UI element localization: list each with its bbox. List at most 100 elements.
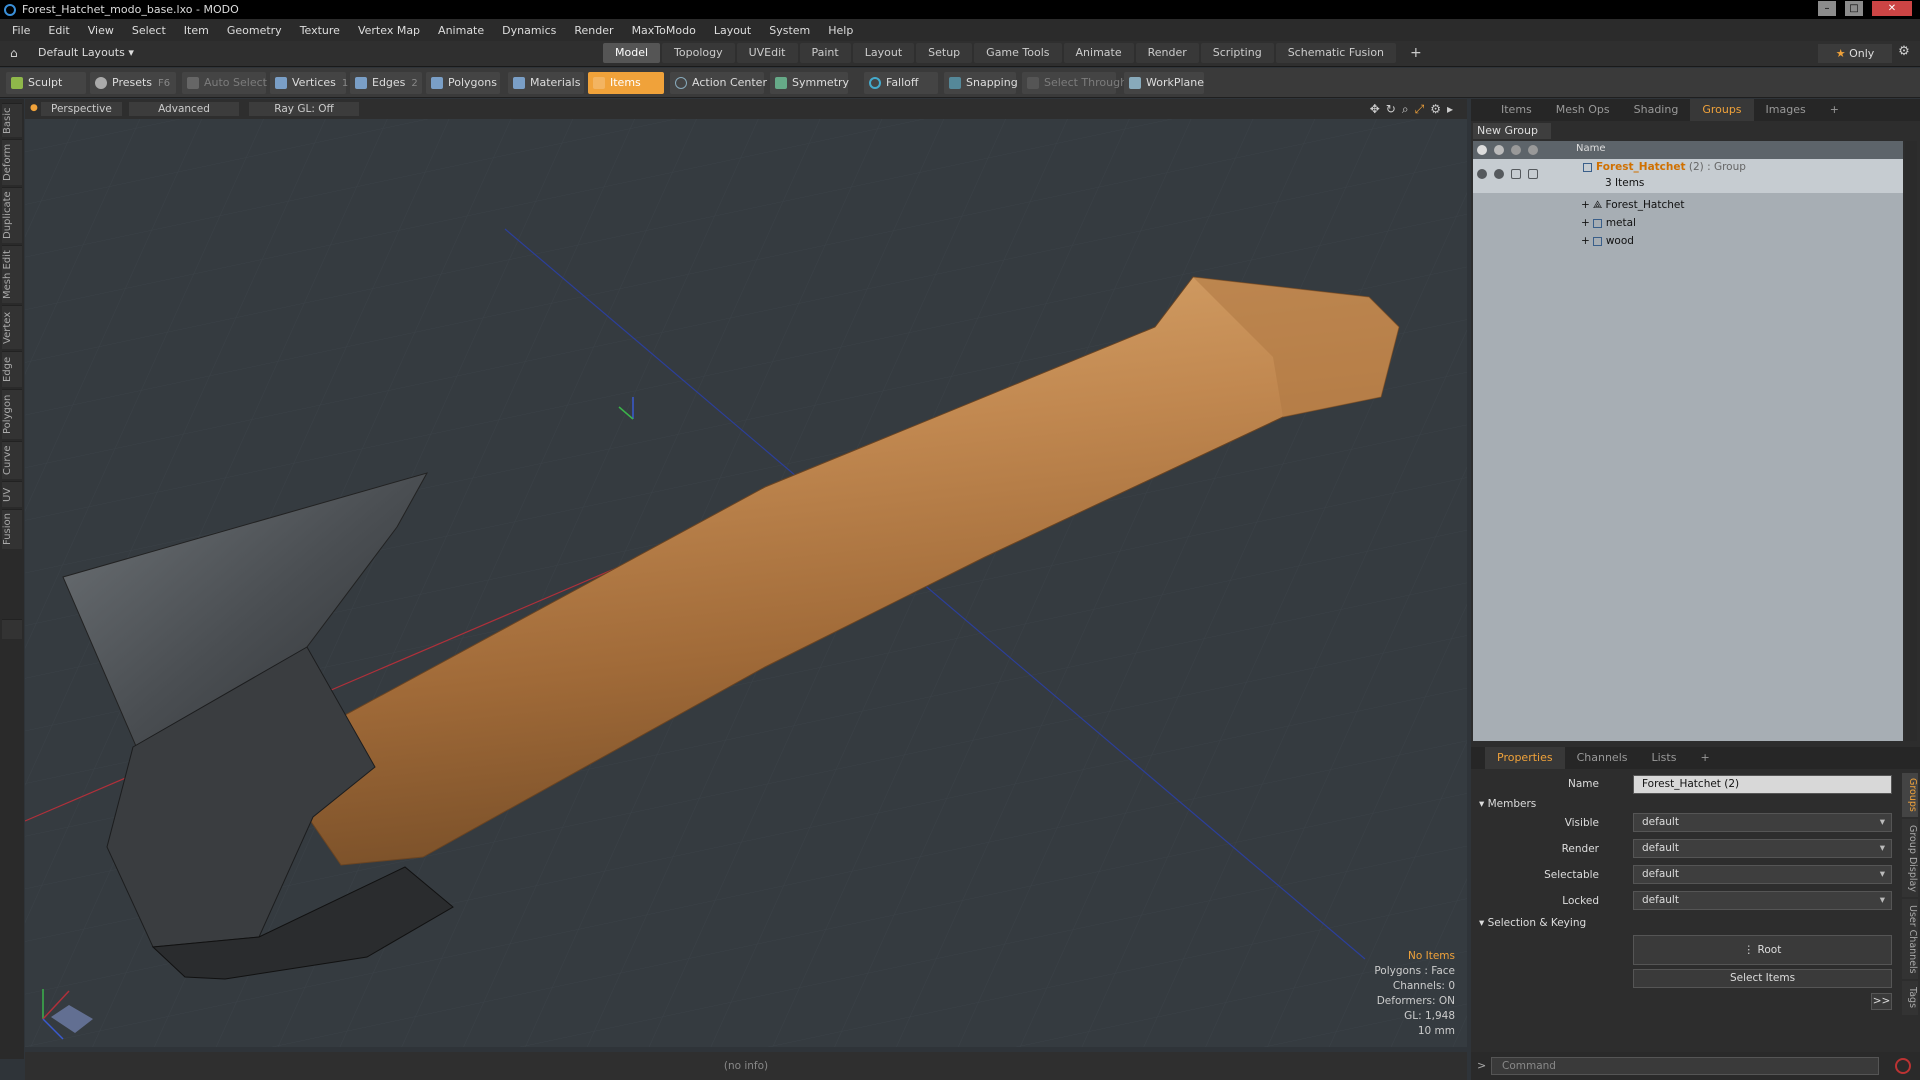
tab-game-tools[interactable]: Game Tools [974, 43, 1062, 63]
view-arrow-icon[interactable]: ▸ [1447, 102, 1453, 117]
materials-button[interactable]: Materials [508, 72, 584, 94]
menu-texture[interactable]: Texture [300, 24, 340, 37]
tooltab-vertex[interactable]: Vertex [2, 305, 22, 349]
tab-paint[interactable]: Paint [799, 43, 851, 63]
vertices-button[interactable]: Vertices 1 [270, 72, 348, 94]
move-view-icon[interactable]: ✥ [1370, 102, 1380, 117]
tab-render[interactable]: Render [1135, 43, 1199, 63]
group-visibility-icon[interactable] [1477, 169, 1487, 179]
menu-help[interactable]: Help [828, 24, 853, 37]
view-settings-icon[interactable]: ⚙ [1430, 102, 1441, 117]
command-input[interactable]: Command [1491, 1057, 1879, 1075]
scene-canvas[interactable] [25, 99, 1467, 1047]
new-group-button[interactable]: New Group [1473, 123, 1551, 139]
menu-maxtomodo[interactable]: MaxToModo [632, 24, 696, 37]
tooltab-uv[interactable]: UV [2, 481, 22, 507]
menu-item[interactable]: Item [184, 24, 209, 37]
sidetab-user-channels[interactable]: User Channels [1902, 899, 1918, 979]
falloff-button[interactable]: Falloff [864, 72, 938, 94]
tab-groups[interactable]: Groups [1690, 99, 1754, 121]
viewport-menu-icon[interactable]: ● [30, 103, 38, 113]
tab-topology[interactable]: Topology [662, 43, 735, 63]
tooltab-curve[interactable]: Curve [2, 441, 22, 479]
items-button[interactable]: Items [588, 72, 664, 94]
tab-shading[interactable]: Shading [1622, 99, 1691, 121]
visible-dropdown[interactable]: default ▾ [1633, 813, 1892, 832]
stop-icon[interactable] [1895, 1058, 1911, 1074]
sidetab-groups[interactable]: Groups [1902, 773, 1918, 817]
tooltab-edge[interactable]: Edge [2, 351, 22, 387]
menu-dynamics[interactable]: Dynamics [502, 24, 556, 37]
tab-uvedit[interactable]: UVEdit [736, 43, 798, 63]
tooltab-polygon[interactable]: Polygon [2, 389, 22, 439]
tab-lists[interactable]: Lists [1640, 747, 1689, 769]
edges-button[interactable]: Edges 2 [350, 72, 422, 94]
locked-dropdown[interactable]: default ▾ [1633, 891, 1892, 910]
root-button[interactable]: ⋮ Root [1633, 935, 1892, 965]
maximize-view-icon[interactable]: ⤢ [1415, 102, 1425, 117]
tab-model[interactable]: Model [603, 43, 661, 63]
tab-channels[interactable]: Channels [1565, 747, 1640, 769]
group-lock-icon[interactable] [1511, 169, 1521, 179]
action-center-button[interactable]: Action Center [670, 72, 767, 94]
menu-geometry[interactable]: Geometry [227, 24, 282, 37]
rotate-view-icon[interactable]: ↻ [1386, 102, 1396, 117]
render-dropdown[interactable]: default ▾ [1633, 839, 1892, 858]
menu-select[interactable]: Select [132, 24, 166, 37]
group-render-icon[interactable] [1494, 169, 1504, 179]
menu-animate[interactable]: Animate [438, 24, 484, 37]
tooltab-duplicate[interactable]: Duplicate [2, 187, 22, 243]
select-column-icon[interactable] [1528, 145, 1538, 155]
tab-mesh-ops[interactable]: Mesh Ops [1544, 99, 1622, 121]
only-toggle[interactable]: ★ Only [1818, 44, 1892, 63]
menu-edit[interactable]: Edit [48, 24, 69, 37]
view-mode-button[interactable]: Perspective [41, 102, 122, 116]
member-row-forest-hatchet[interactable]: + ⟁ Forest_Hatchet [1473, 197, 1903, 215]
tab-setup[interactable]: Setup [916, 43, 973, 63]
gear-icon[interactable]: ⚙ [1893, 44, 1915, 59]
group-row-forest-hatchet[interactable]: Forest_Hatchet (2) : Group 3 Items [1473, 159, 1903, 193]
member-row-metal[interactable]: + metal [1473, 215, 1903, 233]
raygl-button[interactable]: Ray GL: Off [249, 102, 359, 116]
sidetab-tags[interactable]: Tags [1902, 981, 1918, 1015]
menu-vertex-map[interactable]: Vertex Map [358, 24, 420, 37]
layouts-dropdown[interactable]: Default Layouts ▾ [38, 46, 134, 59]
group-select-icon[interactable] [1528, 169, 1538, 179]
menu-system[interactable]: System [769, 24, 810, 37]
tab-schematic-fusion[interactable]: Schematic Fusion [1275, 43, 1397, 63]
group-list-scrollbar[interactable] [1905, 141, 1917, 741]
menu-file[interactable]: File [12, 24, 30, 37]
sidetab-group-display[interactable]: Group Display [1902, 819, 1918, 897]
name-field[interactable]: Forest_Hatchet (2) [1633, 775, 1892, 794]
group-list[interactable]: Name Forest_Hatchet (2) : Group 3 Items … [1473, 141, 1903, 741]
lock-column-icon[interactable] [1511, 145, 1521, 155]
tooltab-extra[interactable] [2, 619, 22, 639]
tooltab-mesh-edit[interactable]: Mesh Edit [2, 245, 22, 303]
tooltab-basic[interactable]: Basic [2, 103, 22, 137]
add-panel-tab-button[interactable]: + [1818, 99, 1851, 121]
tab-animate[interactable]: Animate [1063, 43, 1134, 63]
tab-properties[interactable]: Properties [1485, 747, 1565, 769]
tab-layout[interactable]: Layout [852, 43, 915, 63]
shading-mode-button[interactable]: Advanced [129, 102, 239, 116]
presets-button[interactable]: Presets F6 [90, 72, 176, 94]
zoom-view-icon[interactable]: ⌕ [1402, 102, 1409, 117]
menu-view[interactable]: View [88, 24, 114, 37]
more-button[interactable]: >> [1871, 993, 1892, 1010]
tooltab-fusion[interactable]: Fusion [2, 509, 22, 549]
close-button[interactable]: ✕ [1872, 1, 1912, 16]
render-column-icon[interactable] [1494, 145, 1504, 155]
tooltab-deform[interactable]: Deform [2, 139, 22, 185]
sculpt-button[interactable]: Sculpt [6, 72, 86, 94]
tab-images[interactable]: Images [1754, 99, 1818, 121]
tab-scripting[interactable]: Scripting [1200, 43, 1274, 63]
menu-layout[interactable]: Layout [714, 24, 751, 37]
viewport-3d[interactable]: ● Perspective Advanced Ray GL: Off ✥ ↻ ⌕… [25, 99, 1467, 1047]
member-row-wood[interactable]: + wood [1473, 233, 1903, 251]
select-through-button[interactable]: Select Through [1022, 72, 1127, 94]
symmetry-button[interactable]: Symmetry [770, 72, 849, 94]
auto-select-button[interactable]: Auto Select [182, 72, 267, 94]
selection-keying-section-header[interactable]: ▾ Selection & Keying [1479, 917, 1586, 929]
tab-items[interactable]: Items [1489, 99, 1544, 121]
select-items-button[interactable]: Select Items [1633, 969, 1892, 988]
